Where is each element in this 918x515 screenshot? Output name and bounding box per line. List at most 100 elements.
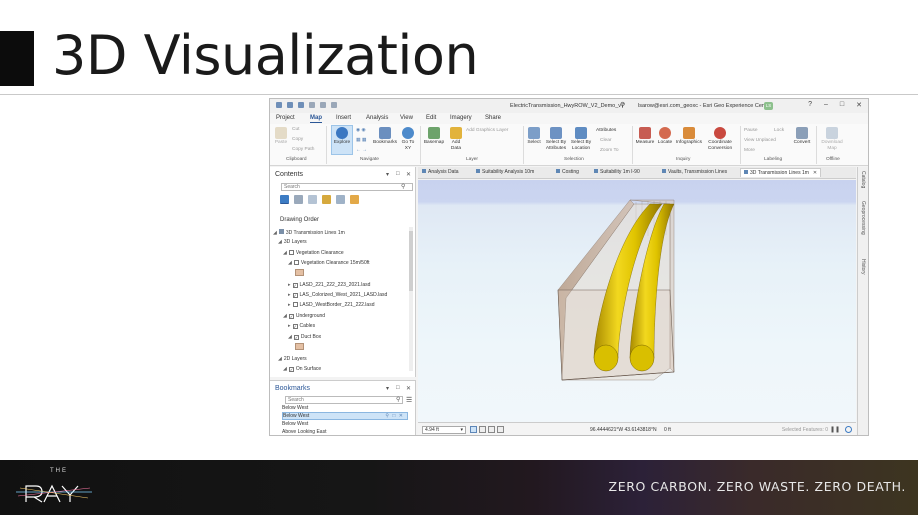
lock-labels-button[interactable]: Lock (774, 128, 784, 133)
pane-options-icon[interactable]: ▾ (386, 385, 389, 392)
tab-imagery[interactable]: Imagery (450, 115, 472, 121)
tree-item-vegetation-clearance[interactable]: ◢ Vegetation Clearance (283, 250, 344, 256)
close-pane-icon[interactable]: ✕ (406, 385, 411, 392)
pause-drawing-icon[interactable]: ❚❚ (830, 426, 840, 433)
list-by-drawing-order-icon[interactable] (280, 195, 289, 204)
visibility-checkbox[interactable]: ✓ (288, 314, 294, 319)
customize-icon[interactable] (331, 102, 337, 108)
list-by-selection-icon[interactable] (308, 195, 317, 204)
view-option-icon[interactable] (479, 426, 486, 433)
visibility-checkbox[interactable]: ✓ (288, 367, 294, 372)
bookmark-item[interactable]: Below West (282, 421, 308, 427)
tab-analysis[interactable]: Analysis (366, 115, 388, 121)
list-by-editing-icon[interactable] (322, 195, 331, 204)
tab-insert[interactable]: Insert (336, 115, 351, 121)
basemap-button[interactable]: Basemap (422, 127, 446, 146)
view-option-icon[interactable] (497, 426, 504, 433)
tab-share[interactable]: Share (485, 115, 501, 121)
bookmark-actions-icon[interactable]: ⚲ □ ✕ (385, 413, 404, 419)
restore-icon[interactable]: □ (840, 101, 844, 109)
close-pane-icon[interactable]: ✕ (406, 171, 411, 178)
scene-canvas[interactable] (418, 180, 856, 422)
locate-button[interactable]: Locate (656, 127, 674, 146)
select-button[interactable]: Select (526, 127, 542, 146)
zoom-to-selection-button[interactable]: Zoom To (600, 148, 619, 153)
scale-selector[interactable]: 4.94 ft ▾ (422, 426, 466, 434)
tree-item-map[interactable]: ◢ 3D Transmission Lines 1m (273, 229, 345, 236)
tab-analysis-data[interactable]: Analysis Data (422, 169, 459, 175)
convert-button[interactable]: Convert (791, 127, 813, 146)
scene-view[interactable] (418, 180, 856, 422)
tab-geoprocessing[interactable]: Geoprocessing (860, 201, 866, 235)
undo-icon[interactable] (309, 102, 315, 108)
list-by-source-icon[interactable] (294, 195, 303, 204)
new-project-icon[interactable] (276, 102, 282, 108)
signed-in-user[interactable]: lsarow@esri.com_geoxc - Esri Geo Experie… (638, 103, 771, 109)
user-avatar[interactable]: LS (764, 102, 773, 110)
tab-map[interactable]: Map (310, 115, 322, 123)
tab-3d-transmission-lines[interactable]: 3D Transmission Lines 1m ✕ (740, 168, 822, 177)
visibility-checkbox[interactable]: ✓ (293, 335, 299, 340)
previous-next-extent-icon[interactable]: ← → (356, 148, 367, 153)
infographics-button[interactable]: Infographics (674, 127, 704, 146)
copy-button[interactable]: Copy (292, 137, 303, 142)
refresh-icon[interactable] (845, 426, 852, 433)
tab-suitability-analysis[interactable]: Suitability Analysis 10m (476, 169, 534, 175)
visibility-checkbox[interactable] (293, 260, 299, 265)
save-icon[interactable] (298, 102, 304, 108)
bookmark-item[interactable]: Below West (282, 405, 308, 411)
visibility-checkbox[interactable]: ✓ (292, 283, 298, 288)
command-search-icon[interactable]: ⚲ (620, 101, 625, 109)
fixed-zoom-icon[interactable]: ▦ ▦ (356, 138, 366, 143)
visibility-checkbox[interactable] (292, 302, 298, 307)
navigator-icon[interactable] (470, 426, 477, 433)
pane-options-icon[interactable]: ▾ (386, 171, 389, 178)
tab-view[interactable]: View (400, 115, 413, 121)
add-graphics-layer-button[interactable]: Add Graphics Layer (466, 128, 508, 133)
tab-suitability-i90[interactable]: Suitability 1m I-90 (594, 169, 640, 175)
pause-labeling-button[interactable]: Pause (744, 128, 758, 133)
open-project-icon[interactable] (287, 102, 293, 108)
tree-item-duct-box[interactable]: ◢ ✓ Duct Box (288, 334, 321, 340)
zoom-full-extent-icon[interactable]: ◉ ◉ (356, 128, 366, 133)
clear-selection-button[interactable]: Clear (600, 138, 611, 143)
copy-path-button[interactable]: Copy Path (292, 147, 314, 152)
bookmarks-search-input[interactable]: Search (285, 396, 403, 404)
explore-button[interactable]: Explore (332, 127, 352, 146)
coordinate-conversion-button[interactable]: Coordinate Conversion (705, 127, 735, 151)
go-to-xy-button[interactable]: Go To XY (400, 127, 416, 151)
tree-item-3d-layers[interactable]: ◢ 3D Layers (278, 239, 307, 245)
list-by-labeling-icon[interactable] (350, 195, 359, 204)
bookmark-item-selected[interactable]: Below West ⚲ □ ✕ (282, 412, 408, 420)
cut-button[interactable]: Cut (292, 127, 299, 132)
pin-icon[interactable]: □ (396, 385, 400, 391)
contents-scrollbar[interactable] (409, 227, 413, 371)
contents-search-input[interactable]: Search (281, 183, 413, 191)
tab-history[interactable]: History (860, 259, 866, 275)
minimize-icon[interactable]: – (824, 101, 828, 109)
tab-vaults-transmission[interactable]: Vaults, Transmission Lines (662, 169, 727, 175)
download-map-button[interactable]: Download Map (818, 127, 846, 151)
tree-item-2d-layers[interactable]: ◢ 2D Layers (278, 356, 307, 362)
tree-item-underground[interactable]: ◢ ✓ Underground (283, 313, 325, 319)
help-icon[interactable]: ? (808, 101, 812, 109)
bookmarks-button[interactable]: Bookmarks (372, 127, 398, 146)
visibility-checkbox[interactable]: ✓ (292, 324, 298, 329)
list-by-snapping-icon[interactable] (336, 195, 345, 204)
add-data-button[interactable]: Add Data (447, 127, 465, 151)
tree-item-las-colorized-west[interactable]: ▸ ✓ LAS_Colorized_West_2021_LASD.lasd (288, 292, 387, 298)
visibility-checkbox[interactable] (288, 250, 294, 255)
tab-catalog[interactable]: Catalog (860, 171, 866, 188)
scrollbar-thumb[interactable] (409, 231, 413, 291)
tab-costing[interactable]: Costing (556, 169, 579, 175)
view-option-icon[interactable] (488, 426, 495, 433)
tree-item-cables[interactable]: ▸ ✓ Cables (288, 323, 315, 329)
tree-item-vegetation-clearance-15m[interactable]: ◢ Vegetation Clearance 15m/50ft (288, 260, 370, 266)
attributes-button[interactable]: Attributes (596, 128, 616, 133)
close-icon[interactable]: ✕ (856, 101, 862, 109)
more-labeling-button[interactable]: More (744, 148, 755, 153)
view-unplaced-button[interactable]: View Unplaced (744, 138, 776, 143)
tree-item-on-surface[interactable]: ◢ ✓ On Surface (283, 366, 321, 372)
bookmark-item[interactable]: Above Looking East (282, 429, 326, 435)
tree-item-lasd-westborder[interactable]: ▸ LASD_WestBorder_221_222.lasd (288, 302, 374, 308)
